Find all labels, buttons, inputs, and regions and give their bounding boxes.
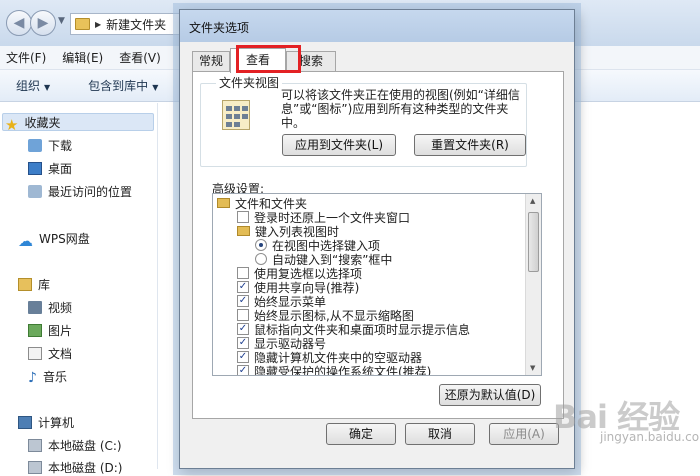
radio-unselected[interactable] bbox=[255, 253, 267, 265]
recent-places-icon bbox=[28, 184, 42, 198]
nav-recent[interactable]: 最近访问的位置 bbox=[28, 182, 132, 200]
library-icon bbox=[18, 277, 32, 291]
navigation-pane: ★ 收藏夹 下载 桌面 最近访问的位置 ☁ WPS网盘 库 视频 图片 文档 ♪… bbox=[0, 103, 158, 475]
nav-favorites[interactable]: ★ 收藏夹 bbox=[2, 113, 154, 134]
checkbox-unchecked[interactable] bbox=[237, 267, 249, 279]
nav-wps-cloud[interactable]: ☁ WPS网盘 bbox=[18, 229, 90, 250]
nav-downloads[interactable]: 下载 bbox=[28, 136, 72, 154]
folder-view-label: 文件夹视图 bbox=[216, 74, 283, 91]
forward-button[interactable]: ▶ bbox=[30, 10, 56, 36]
tab-general[interactable]: 常规 bbox=[192, 51, 230, 72]
cancel-button[interactable]: 取消 bbox=[405, 423, 475, 445]
dialog-title: 文件夹选项 bbox=[189, 21, 250, 35]
star-icon: ★ bbox=[5, 115, 19, 134]
nav-desktop[interactable]: 桌面 bbox=[28, 159, 72, 177]
list-scrollbar[interactable]: ▲ ▼ bbox=[525, 194, 541, 375]
dialog-titlebar[interactable]: 文件夹选项 bbox=[180, 10, 574, 42]
include-in-library-button[interactable]: 包含到库中 ▼ bbox=[88, 77, 158, 94]
reset-folders-button[interactable]: 重置文件夹(R) bbox=[414, 134, 526, 156]
scroll-up-icon[interactable]: ▲ bbox=[530, 197, 535, 205]
option-hide-protected-files[interactable]: ✓ 隐藏受保护的操作系统文件(推荐) bbox=[237, 364, 431, 375]
apply-to-folders-button[interactable]: 应用到文件夹(L) bbox=[282, 134, 396, 156]
menu-view[interactable]: 查看(V) bbox=[119, 49, 161, 66]
restore-defaults-button[interactable]: 还原为默认值(D) bbox=[439, 384, 541, 406]
checkbox-checked[interactable]: ✓ bbox=[237, 295, 249, 307]
cloud-icon: ☁ bbox=[18, 231, 33, 250]
checkbox-checked[interactable]: ✓ bbox=[237, 323, 249, 335]
checkbox-checked[interactable]: ✓ bbox=[237, 351, 249, 363]
dropdown-arrow-icon: ▼ bbox=[152, 83, 159, 92]
documents-icon bbox=[28, 346, 42, 360]
nav-disk-d[interactable]: 本地磁盘 (D:) bbox=[28, 458, 122, 476]
checkbox-checked[interactable]: ✓ bbox=[237, 337, 249, 349]
folder-view-icon bbox=[222, 100, 250, 130]
desktop-icon bbox=[28, 161, 42, 175]
folder-icon bbox=[237, 226, 250, 236]
nav-documents[interactable]: 文档 bbox=[28, 344, 72, 362]
computer-icon bbox=[18, 415, 32, 429]
checkbox-checked[interactable]: ✓ bbox=[237, 281, 249, 293]
videos-icon bbox=[28, 300, 42, 314]
radio-selected[interactable] bbox=[255, 239, 267, 251]
folder-options-dialog: 文件夹选项 常规 查看 搜索 文件夹视图 可以将该文件夹正在使用的视图(例如“详… bbox=[179, 9, 575, 469]
scroll-down-icon[interactable]: ▼ bbox=[530, 364, 535, 372]
downloads-folder-icon bbox=[28, 138, 42, 152]
menu-file[interactable]: 文件(F) bbox=[6, 49, 46, 66]
disk-icon bbox=[28, 460, 42, 474]
folder-icon bbox=[75, 18, 90, 30]
scrollbar-thumb[interactable] bbox=[528, 212, 539, 272]
ok-button[interactable]: 确定 bbox=[326, 423, 396, 445]
nav-pictures[interactable]: 图片 bbox=[28, 321, 72, 339]
address-text: 新建文件夹 bbox=[106, 17, 167, 32]
dropdown-arrow-icon: ▼ bbox=[44, 83, 51, 92]
nav-disk-c[interactable]: 本地磁盘 (C:) bbox=[28, 436, 122, 454]
tab-view[interactable]: 查看 bbox=[230, 48, 286, 73]
recent-pages-icon[interactable]: ▼ bbox=[58, 16, 65, 26]
menu-edit[interactable]: 编辑(E) bbox=[62, 49, 103, 66]
disk-icon bbox=[28, 438, 42, 452]
checkbox-unchecked[interactable] bbox=[237, 309, 249, 321]
nav-videos[interactable]: 视频 bbox=[28, 298, 72, 316]
nav-computer[interactable]: 计算机 bbox=[18, 413, 74, 431]
breadcrumb-arrow-icon[interactable]: ▶ bbox=[95, 20, 101, 29]
nav-library[interactable]: 库 bbox=[18, 275, 50, 293]
organize-button[interactable]: 组织 ▼ bbox=[16, 77, 50, 94]
back-button[interactable]: ◀ bbox=[6, 10, 32, 36]
music-icon: ♪ bbox=[28, 369, 37, 386]
checkbox-checked[interactable]: ✓ bbox=[237, 365, 249, 375]
pictures-icon bbox=[28, 323, 42, 337]
tab-search[interactable]: 搜索 bbox=[286, 51, 336, 72]
advanced-settings-list[interactable]: 文件和文件夹 登录时还原上一个文件夹窗口 键入列表视图时 在视图中选择键入项 自… bbox=[212, 193, 542, 376]
nav-music[interactable]: ♪ 音乐 bbox=[28, 367, 67, 386]
baidu-watermark-url: jingyan.baidu.com bbox=[600, 430, 700, 444]
address-bar[interactable]: ▶ 新建文件夹 bbox=[70, 13, 180, 35]
checkbox-unchecked[interactable] bbox=[237, 211, 249, 223]
apply-button[interactable]: 应用(A) bbox=[489, 423, 559, 445]
folder-icon bbox=[217, 198, 230, 208]
folder-view-description: 可以将该文件夹正在使用的视图(例如“详细信息”或“图标”)应用到所有这种类型的文… bbox=[281, 88, 520, 130]
